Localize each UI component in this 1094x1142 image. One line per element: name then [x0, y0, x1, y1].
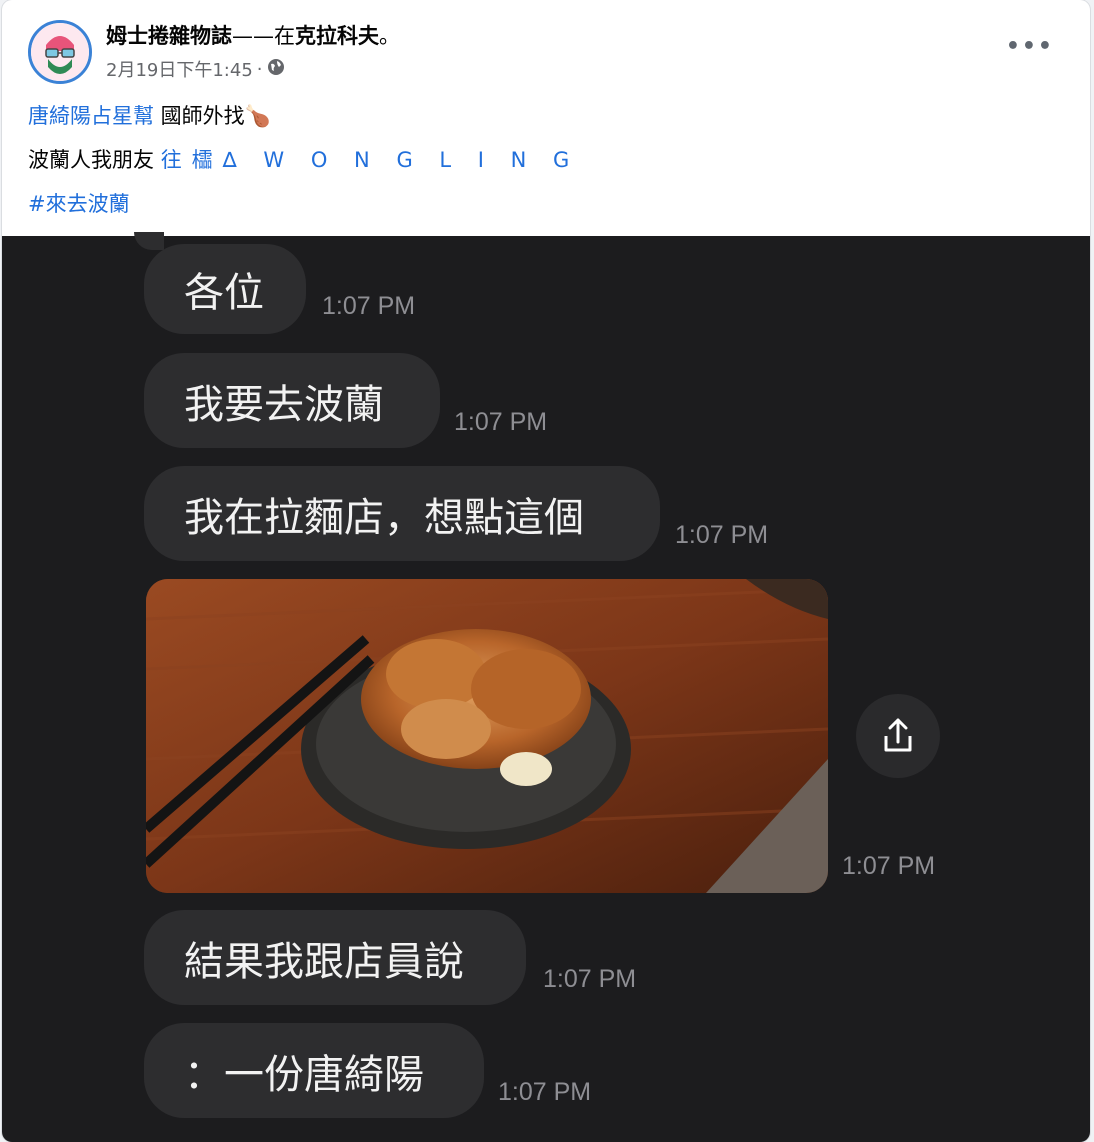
bubble-tail [134, 232, 164, 250]
chat-bubble: 結果我跟店員說 [144, 910, 526, 1005]
message-time: 1:07 PM [543, 965, 637, 993]
location-link[interactable]: 克拉科夫 [295, 24, 379, 48]
globe-icon [267, 58, 285, 81]
post-text: 國師外找 [154, 104, 245, 128]
post-text-line-2: 波蘭人我朋友 往櫺∆ W O N G L I N G [28, 144, 579, 174]
post-text-line-3: #來去波蘭 [28, 188, 130, 218]
author-name[interactable]: 姆士捲雜物誌 [106, 24, 232, 48]
message-time: 1:07 PM [322, 292, 416, 320]
post-card: 姆士捲雜物誌——在克拉科夫。 2月19日下午1:45 · ••• 唐綺陽占星幫 … [2, 0, 1090, 1142]
chat-bubble: 我要去波蘭 [144, 353, 440, 448]
message-time: 1:07 PM [498, 1078, 592, 1106]
location-suffix: 。 [379, 24, 400, 48]
post-text: 波蘭人我朋友 [28, 148, 161, 172]
post-date[interactable]: 2月19日下午1:45 [106, 56, 253, 82]
share-icon[interactable] [856, 694, 940, 778]
message-text: 各位 [184, 270, 264, 316]
chat-bubble: 我在拉麵店，想點這個 [144, 466, 660, 561]
message-time: 1:07 PM [454, 408, 548, 436]
chat-bubble: ：一份唐綺陽 [144, 1023, 484, 1118]
mention-link[interactable]: 唐綺陽占星幫 [28, 104, 154, 128]
drumstick-emoji-icon: 🍗 [244, 104, 271, 128]
chat-screenshot[interactable]: 各位 1:07 PM 我要去波蘭 1:07 PM 我在拉麵店，想點這個 1:07… [2, 232, 1090, 1142]
avatar[interactable] [28, 20, 92, 84]
feeling-text: ——在 [232, 24, 295, 48]
chat-bubble: 各位 [144, 244, 306, 334]
message-time: 1:07 PM [675, 521, 769, 549]
more-options-icon[interactable]: ••• [1006, 34, 1054, 59]
mention-link[interactable]: 往櫺∆ W O N G L I N G [161, 148, 580, 172]
post-meta: 2月19日下午1:45 · [106, 56, 285, 82]
hashtag-link[interactable]: #來去波蘭 [28, 192, 130, 216]
message-text: ：一份唐綺陽 [184, 1051, 424, 1098]
message-time: 1:07 PM [842, 852, 936, 880]
post-text-line-1: 唐綺陽占星幫 國師外找🍗 [28, 100, 271, 130]
fried-chicken-photo[interactable] [146, 579, 828, 893]
post-author-line: 姆士捲雜物誌——在克拉科夫。 [106, 20, 400, 50]
message-text: 結果我跟店員說 [184, 938, 464, 985]
meta-separator: · [256, 58, 263, 80]
message-text: 我在拉麵店，想點這個 [184, 494, 584, 541]
message-text: 我要去波蘭 [184, 381, 384, 428]
